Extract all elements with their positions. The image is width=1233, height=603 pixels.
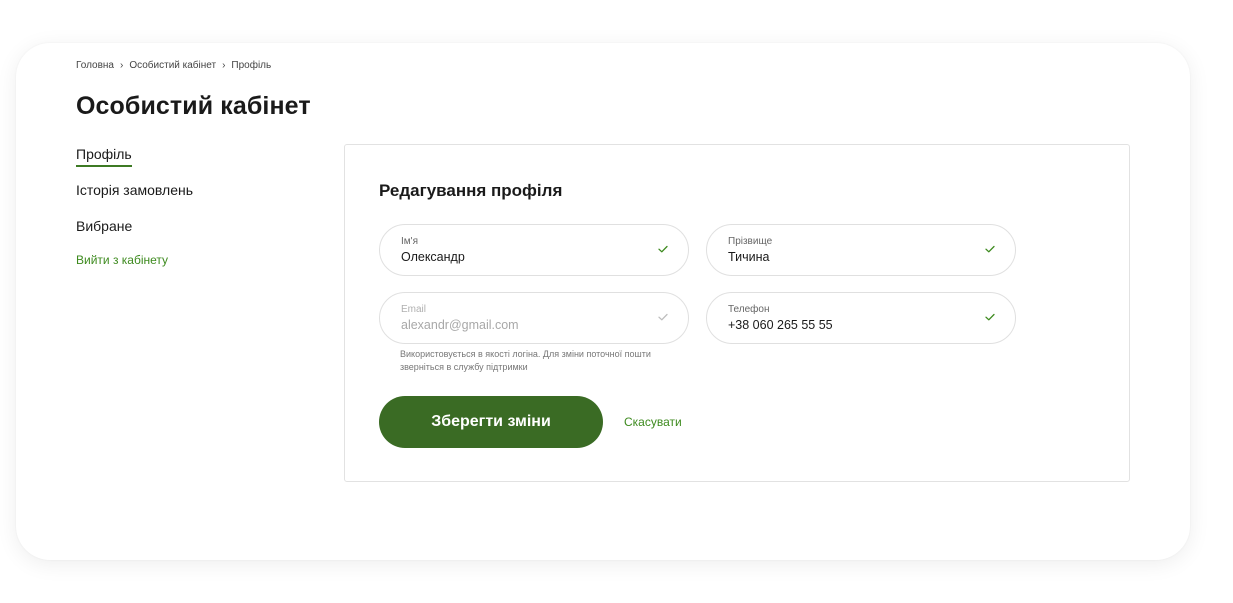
- check-icon: [658, 245, 668, 253]
- breadcrumb-home[interactable]: Головна: [76, 60, 114, 71]
- cancel-link[interactable]: Скасувати: [624, 415, 682, 429]
- email-input: [401, 318, 641, 332]
- breadcrumb: Головна › Особистий кабінет › Профіль: [76, 60, 271, 71]
- chevron-right-icon: ›: [120, 60, 124, 71]
- check-icon: [658, 313, 668, 321]
- phone-label: Телефон: [728, 304, 770, 315]
- breadcrumb-account[interactable]: Особистий кабінет: [129, 60, 216, 71]
- chevron-right-icon: ›: [222, 60, 226, 71]
- email-label: Email: [401, 304, 427, 315]
- email-field: Email: [379, 292, 689, 344]
- profile-card: Головна › Особистий кабінет › Профіль Ос…: [16, 43, 1190, 560]
- sidebar-item-profile[interactable]: Профіль: [76, 145, 296, 181]
- email-hint: Використовується в якості логіна. Для зм…: [400, 349, 651, 372]
- last-name-label: Прізвище: [728, 236, 773, 247]
- first-name-label: Ім'я: [401, 236, 418, 247]
- last-name-field[interactable]: Прізвище: [706, 224, 1016, 276]
- first-name-input[interactable]: [401, 250, 641, 264]
- last-name-input[interactable]: [728, 250, 968, 264]
- save-button[interactable]: Зберегти зміни: [379, 396, 603, 448]
- check-icon: [985, 313, 995, 321]
- sidebar: Профіль Історія замовлень Вибране Вийти …: [76, 145, 296, 267]
- first-name-field[interactable]: Ім'я: [379, 224, 689, 276]
- breadcrumb-current: Профіль: [231, 60, 272, 71]
- logout-link[interactable]: Вийти з кабінету: [76, 253, 296, 267]
- sidebar-item-label: Історія замовлень: [76, 182, 194, 198]
- phone-field[interactable]: Телефон: [706, 292, 1016, 344]
- sidebar-item-label: Профіль: [76, 145, 132, 167]
- page-title: Особистий кабінет: [76, 92, 311, 120]
- sidebar-item-order-history[interactable]: Історія замовлень: [76, 181, 296, 217]
- sidebar-item-favorites[interactable]: Вибране: [76, 217, 296, 253]
- panel-title: Редагування профіля: [379, 181, 563, 200]
- check-icon: [985, 245, 995, 253]
- sidebar-item-label: Вибране: [76, 218, 133, 234]
- phone-input[interactable]: [728, 318, 968, 332]
- edit-profile-panel: Редагування профіля Ім'я Прізвище Email …: [344, 144, 1130, 482]
